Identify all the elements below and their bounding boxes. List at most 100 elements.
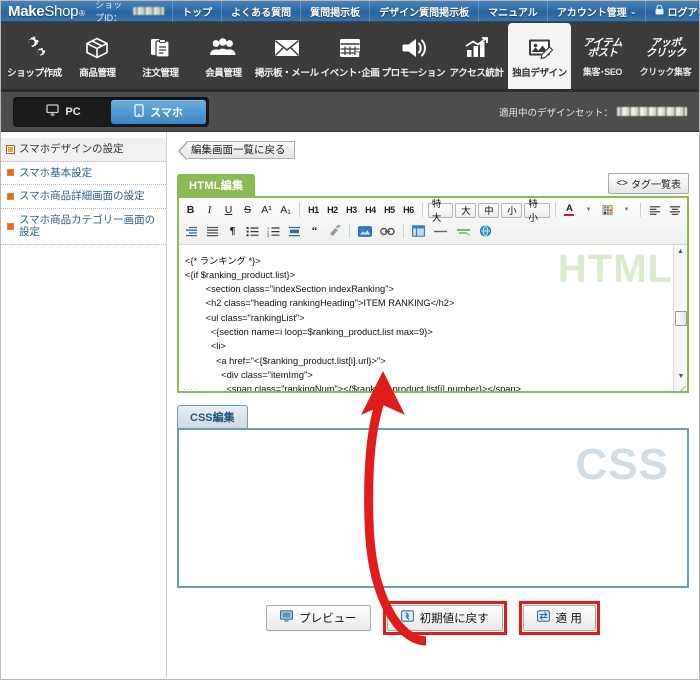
sidebar-item-label: スマホ商品カテゴリー画面の設定: [19, 213, 156, 239]
css-editor[interactable]: CSS: [177, 427, 689, 588]
reset-to-default-button[interactable]: 初期値に戻す: [386, 604, 503, 631]
topnav-item-logout[interactable]: ログアウト: [645, 1, 699, 22]
numbered-list-icon[interactable]: 123: [264, 223, 283, 240]
heading2-button[interactable]: H2: [324, 202, 341, 219]
nav-appoclick[interactable]: アッポ クリック クリック集客: [634, 23, 697, 89]
horizontal-rule-icon[interactable]: [430, 223, 451, 240]
topnav-item-account[interactable]: アカウント管理 ⌄: [546, 1, 646, 22]
nav-promotion[interactable]: プロモーション: [382, 23, 445, 89]
nav-access-stats[interactable]: アクセス統計: [445, 23, 508, 89]
tab-css-edit[interactable]: CSS編集: [177, 404, 248, 428]
apply-icon: [536, 610, 550, 625]
toolbar-separator: [403, 224, 404, 238]
sidebar-item-sp-category-screen-settings[interactable]: スマホ商品カテゴリー画面の設定: [1, 209, 166, 245]
clear-format-icon[interactable]: [325, 223, 344, 240]
code-line: <span class="rankingNum"><{$ranking_prod…: [185, 384, 522, 393]
justify-icon[interactable]: [203, 223, 222, 240]
text-color-button[interactable]: A: [561, 202, 578, 219]
code-line: <div class="itemImg">: [185, 369, 313, 380]
nav-shop-create[interactable]: ショップ作成: [3, 23, 66, 89]
align-left-button[interactable]: [646, 202, 664, 219]
heading4-button[interactable]: H4: [362, 202, 379, 219]
superscript-button[interactable]: A¹: [258, 202, 275, 219]
makeshop-logo[interactable]: Make Shop ®: [1, 3, 85, 20]
image-icon[interactable]: [355, 223, 375, 240]
bold-button[interactable]: B: [182, 202, 199, 219]
topnav-label: トップ: [182, 7, 213, 19]
background-color-button[interactable]: [599, 202, 616, 219]
heading1-button[interactable]: H1: [305, 202, 322, 219]
nav-board-mail[interactable]: 掲示板・メール: [255, 23, 319, 89]
nav-label: 掲示板・メール: [254, 67, 319, 79]
topnav-item-top[interactable]: トップ: [172, 1, 221, 22]
blockquote-indent-icon[interactable]: [285, 223, 304, 240]
html-editor-toolbar: B I U S A¹ A₁ H1 H2 H3 H4 H5 H6 特大 大 中 小…: [179, 197, 687, 245]
topnav-item-manual[interactable]: マニュアル: [478, 1, 547, 22]
size-xlarge-button[interactable]: 特大: [427, 199, 454, 224]
background-color-dropdown-icon[interactable]: ▼: [618, 202, 635, 219]
subscript-button[interactable]: A₁: [277, 202, 294, 219]
bullet-list-icon[interactable]: [243, 223, 262, 240]
size-xsmall-button[interactable]: 特小: [524, 199, 550, 224]
css-edit-panel: CSS編集 CSS: [177, 404, 689, 588]
sidebar-item-sp-basic-settings[interactable]: スマホ基本設定: [1, 162, 166, 186]
paragraph-icon[interactable]: ¶: [224, 223, 241, 240]
topnav-item-question-board[interactable]: 質問掲示板: [300, 1, 369, 22]
size-small-button[interactable]: 小: [501, 202, 523, 218]
globe-icon[interactable]: [476, 223, 495, 240]
nav-product-mgmt[interactable]: 商品管理: [66, 23, 129, 89]
device-tab-smartphone[interactable]: スマホ: [111, 99, 206, 124]
tab-html-edit-label: HTML編集: [189, 179, 244, 192]
topnav-item-design-question-board[interactable]: デザイン質問掲示板: [369, 1, 478, 22]
nav-original-design[interactable]: 独自デザイン: [508, 23, 571, 89]
apply-button[interactable]: 適 用: [522, 604, 596, 631]
link-icon[interactable]: [377, 223, 398, 240]
sidebar-item-sp-design-settings[interactable]: スマホデザインの設定: [1, 138, 166, 162]
square-bullet-icon: [7, 169, 14, 177]
quote-icon[interactable]: “: [306, 223, 323, 240]
logo-shop-text: Shop: [44, 2, 79, 20]
nav-member-mgmt[interactable]: 会員管理: [192, 23, 255, 89]
align-center-button[interactable]: [666, 202, 684, 219]
nav-order-mgmt[interactable]: 注文管理: [129, 23, 192, 89]
code-brackets-icon: <>: [616, 177, 628, 189]
table-icon[interactable]: [409, 223, 428, 240]
preview-button[interactable]: プレビュー: [266, 604, 371, 631]
code-line: <{* ランキング *}>: [185, 255, 261, 266]
nav-label: ショップ作成: [7, 67, 62, 79]
window-icon: [7, 145, 14, 153]
heading6-button[interactable]: H6: [400, 202, 417, 219]
image-pencil-icon: [525, 34, 555, 62]
text-color-dropdown-icon[interactable]: ▼: [580, 202, 597, 219]
tag-list-button-label: タグ一覧表: [631, 179, 681, 191]
device-tab-pc-label: PC: [65, 105, 81, 118]
back-to-edit-list-button[interactable]: 編集画面一覧に戻る: [178, 140, 295, 161]
code-line: <section class="indexSection indexRankin…: [185, 284, 394, 295]
html-code-area[interactable]: HTML <{* ランキング *}> <{if $ranking_product…: [179, 244, 687, 393]
strikethrough-button[interactable]: S: [239, 202, 256, 219]
nav-itempost-seo[interactable]: アイテム ポスト 集客･SEO: [571, 23, 634, 89]
nav-label: 集客･SEO: [582, 67, 623, 77]
size-medium-button[interactable]: 中: [478, 202, 500, 218]
indent-icon[interactable]: [182, 223, 201, 240]
device-tab-pc[interactable]: PC: [16, 100, 111, 124]
sidebar-item-sp-product-detail-settings[interactable]: スマホ商品詳細画面の設定: [1, 185, 166, 209]
nav-event-plan[interactable]: イベント･企画: [319, 23, 382, 89]
nav-label: アクセス統計: [449, 67, 504, 79]
shop-id-display: ショップID：: [95, 1, 165, 24]
css-watermark: CSS: [575, 439, 669, 489]
italic-button[interactable]: I: [201, 202, 218, 219]
nav-label: クリック集客: [639, 67, 692, 77]
tag-list-button[interactable]: <> タグ一覧表: [608, 172, 689, 194]
heading5-button[interactable]: H5: [381, 202, 398, 219]
tab-html-edit[interactable]: HTML編集: [177, 173, 256, 196]
anchor-icon[interactable]: [453, 223, 474, 240]
square-bullet-icon: [7, 222, 14, 230]
code-line: <h2 class="heading rankingHeading">ITEM …: [185, 298, 455, 309]
heading3-button[interactable]: H3: [343, 202, 360, 219]
svg-text:3: 3: [267, 233, 270, 237]
body-split: スマホデザインの設定 スマホ基本設定 スマホ商品詳細画面の設定 スマホ商品カテゴ…: [1, 132, 699, 678]
underline-button[interactable]: U: [220, 202, 237, 219]
size-large-button[interactable]: 大: [455, 202, 477, 218]
topnav-item-faq[interactable]: よくある質問: [221, 1, 300, 22]
